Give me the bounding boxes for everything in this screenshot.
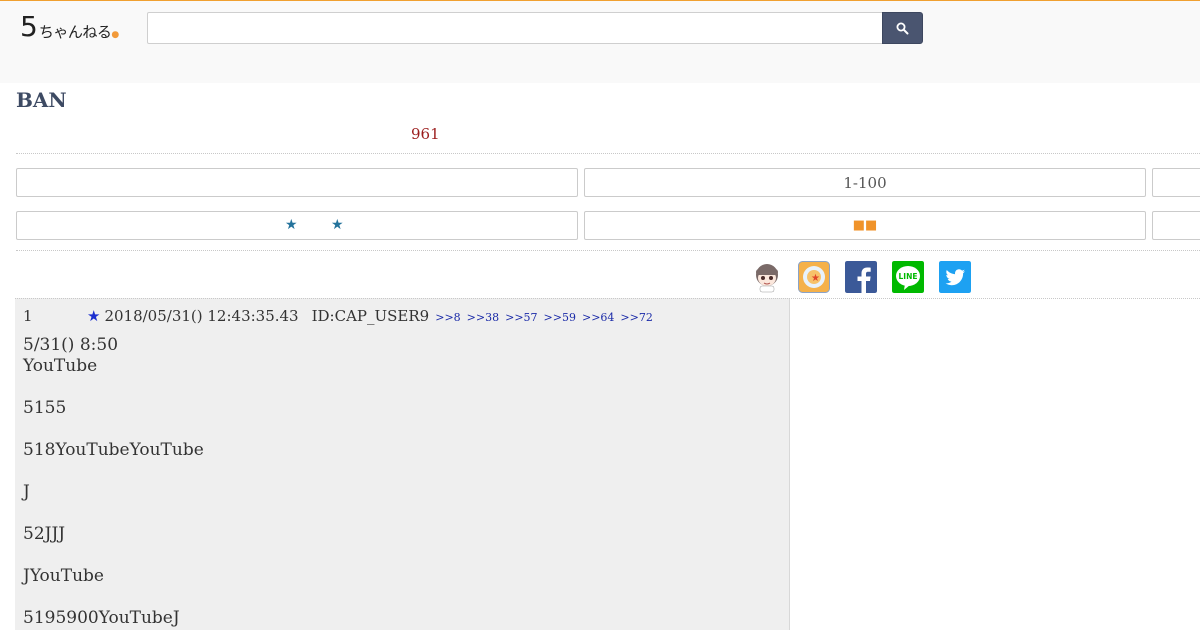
square-icons: ■■	[852, 218, 878, 233]
reply-anchor-link[interactable]: >>59	[544, 311, 576, 324]
divider	[16, 250, 1200, 251]
svg-text:LINE: LINE	[899, 272, 918, 281]
star-icon: ★	[331, 217, 344, 233]
search-icon	[896, 22, 909, 34]
app-icon[interactable]: ★	[798, 261, 830, 293]
reply-anchors: >>8 >>38 >>57 >>59 >>64 >>72	[435, 311, 659, 324]
reply-anchor-link[interactable]: >>72	[620, 311, 652, 324]
nav-button-board[interactable]: ★ ★	[16, 211, 578, 240]
divider	[15, 298, 1200, 299]
svg-text:★: ★	[811, 273, 820, 284]
post-meta: 1 ★ 2018/05/31() 12:43:35.43 ID:CAP_USER…	[23, 307, 659, 325]
post-number[interactable]: 1	[23, 307, 87, 325]
site-header: 5 ちゃんねる ●	[0, 0, 1200, 83]
divider	[16, 153, 1200, 154]
reply-anchor-link[interactable]: >>57	[505, 311, 537, 324]
post-id[interactable]: ID:CAP_USER9	[312, 307, 430, 325]
mascot-icon[interactable]	[751, 261, 783, 293]
nav-button-all[interactable]	[16, 168, 578, 197]
nav-range-label: 1-100	[843, 173, 887, 192]
search-input[interactable]	[147, 12, 883, 44]
post-body: 5/31() 8:50 YouTube 5155 518YouTubeYouTu…	[23, 335, 204, 628]
reply-anchor-link[interactable]: >>64	[582, 311, 614, 324]
post-date: 2018/05/31() 12:43:35.43	[104, 307, 299, 325]
star-icon: ★	[285, 217, 298, 233]
nav-button-menu[interactable]: ■■	[584, 211, 1146, 240]
facebook-icon[interactable]	[845, 261, 877, 293]
thread-title: BAN	[16, 88, 67, 112]
line-icon[interactable]: LINE	[892, 261, 924, 293]
reply-anchor-link[interactable]: >>38	[467, 311, 499, 324]
nav-button-extra[interactable]	[1152, 211, 1200, 240]
response-count: 961	[411, 125, 440, 143]
nav-button-latest[interactable]	[1152, 168, 1200, 197]
star-icon: ★	[87, 307, 101, 325]
logo-dot: ●	[111, 30, 120, 40]
site-logo[interactable]: 5 ちゃんねる ●	[20, 10, 120, 43]
twitter-icon[interactable]	[939, 261, 971, 293]
logo-numeral: 5	[20, 10, 38, 43]
search-button[interactable]	[882, 12, 923, 44]
reply-anchor-link[interactable]: >>8	[435, 311, 460, 324]
nav-button-range[interactable]: 1-100	[584, 168, 1146, 197]
logo-text: ちゃんねる	[38, 23, 112, 41]
